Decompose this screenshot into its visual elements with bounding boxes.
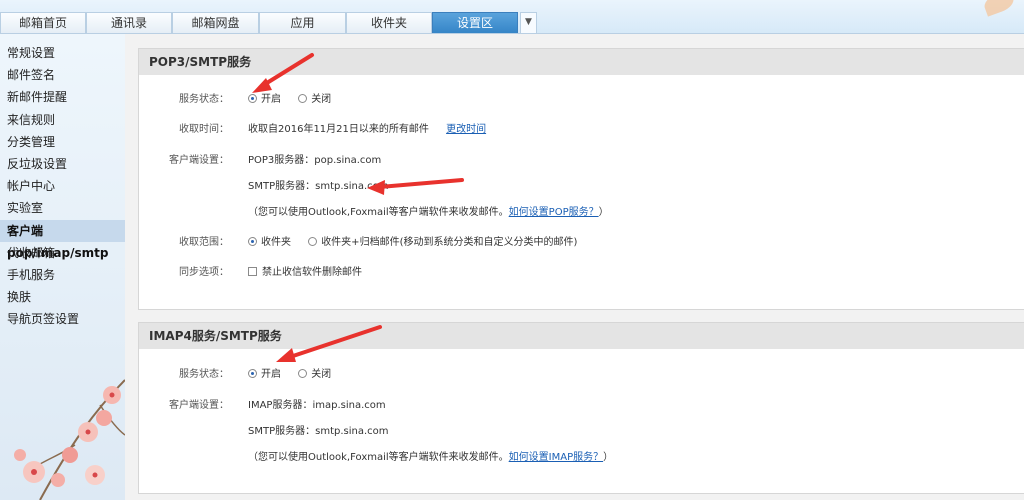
no-delete-checkbox[interactable]: [248, 267, 257, 276]
sidebar-item-signature[interactable]: 邮件签名: [0, 64, 125, 86]
range-inbox-radio[interactable]: [248, 237, 257, 246]
pop3-off-radio[interactable]: [298, 94, 308, 103]
branch-illustration: [14, 379, 125, 500]
pop3-help-link[interactable]: 如何设置POP服务？: [509, 207, 599, 218]
main-content: POP3/SMTP服务 服务状态： 开启 关闭 收取时间： 收取自2016年11…: [125, 34, 1024, 500]
range-inbox-label: 收件夹: [261, 237, 291, 248]
pop3-note-close: ）: [598, 207, 609, 218]
settings-sidebar: 常规设置 邮件签名 新邮件提醒 来信规则 分类管理 反垃圾设置 帐户中心 实验室…: [0, 34, 125, 500]
receive-time-label: 收取时间：: [179, 124, 229, 135]
change-time-link[interactable]: 更改时间: [446, 124, 486, 135]
top-tabs: 邮箱首页 通讯录 邮箱网盘 应用 收件夹 设置区 ▼: [0, 12, 537, 34]
sidebar-item-client-pop-imap-smtp[interactable]: 客户端pop/imap/smtp: [0, 219, 125, 260]
client-settings-label: 客户端设置：: [169, 155, 229, 166]
sidebar-item-categories[interactable]: 分类管理: [0, 131, 125, 153]
flower-decoration: [0, 360, 125, 500]
chevron-down-icon[interactable]: ▼: [520, 12, 537, 33]
imap-help-link[interactable]: 如何设置IMAP服务？: [509, 452, 603, 463]
pop3-server: POP3服务器：pop.sina.com: [248, 155, 382, 166]
range-all-label: 收件夹+归档邮件(移动到系统分类和自定义分类中的邮件): [321, 237, 578, 248]
pop3-on-option[interactable]: 开启: [248, 92, 281, 108]
imap-panel-title: IMAP4服务/SMTP服务: [139, 323, 1024, 349]
sidebar-item-mobile[interactable]: 手机服务: [0, 264, 125, 286]
imap-client-settings-label: 客户端设置：: [169, 400, 229, 411]
imap-note-text: （您可以使用Outlook,Foxmail等客户端软件来收发邮件。: [248, 452, 509, 463]
pop3-note: （您可以使用Outlook,Foxmail等客户端软件来收发邮件。如何设置POP…: [248, 205, 609, 221]
imap-on-label: 开启: [261, 369, 281, 380]
sidebar-item-antispam[interactable]: 反垃圾设置: [0, 153, 125, 175]
pop3-smtp-server: SMTP服务器：smtp.sina.com: [248, 181, 389, 192]
tab-apps[interactable]: 应用: [259, 12, 346, 33]
tab-netdisk[interactable]: 邮箱网盘: [172, 12, 259, 33]
tab-contacts[interactable]: 通讯录: [86, 12, 172, 33]
imap-smtp-server: SMTP服务器：smtp.sina.com: [248, 426, 389, 437]
imap-note: （您可以使用Outlook,Foxmail等客户端软件来收发邮件。如何设置IMA…: [248, 450, 613, 466]
sidebar-item-lab[interactable]: 实验室: [0, 197, 125, 219]
sync-label: 同步选项：: [179, 267, 229, 278]
range-all-option[interactable]: 收件夹+归档邮件(移动到系统分类和自定义分类中的邮件): [308, 235, 577, 251]
imap-server: IMAP服务器：imap.sina.com: [248, 400, 386, 411]
imap-service-status-label: 服务状态：: [179, 369, 229, 380]
top-nav-bar: 邮箱首页 通讯录 邮箱网盘 应用 收件夹 设置区 ▼: [0, 0, 1024, 34]
imap-on-option[interactable]: 开启: [248, 367, 281, 383]
pop3-panel-title: POP3/SMTP服务: [139, 49, 1024, 75]
imap-panel: IMAP4服务/SMTP服务 服务状态： 开启 关闭 客户端设置： IMAP服务…: [138, 322, 1024, 494]
range-inbox-option[interactable]: 收件夹: [248, 235, 291, 251]
pop3-on-radio[interactable]: [248, 94, 257, 103]
receive-range-label: 收取范围：: [179, 237, 229, 248]
service-status-label: 服务状态：: [179, 94, 229, 105]
sidebar-item-skin[interactable]: 换肤: [0, 286, 125, 308]
imap-off-radio[interactable]: [298, 369, 308, 378]
range-all-radio[interactable]: [308, 237, 318, 246]
receive-time-value: 收取自2016年11月21日以来的所有邮件: [248, 124, 429, 135]
tab-inbox-folder[interactable]: 收件夹: [346, 12, 432, 33]
pop3-on-label: 开启: [261, 94, 281, 105]
sidebar-list: 常规设置 邮件签名 新邮件提醒 来信规则 分类管理 反垃圾设置 帐户中心 实验室…: [0, 34, 125, 330]
tab-mail-home[interactable]: 邮箱首页: [0, 12, 86, 33]
tab-settings[interactable]: 设置区: [432, 12, 518, 33]
sidebar-item-nav-tabs[interactable]: 导航页签设置: [0, 308, 125, 330]
sync-option-label: 禁止收信软件删除邮件: [262, 267, 362, 278]
sidebar-item-general[interactable]: 常规设置: [0, 42, 125, 64]
sidebar-item-new-mail-alert[interactable]: 新邮件提醒: [0, 86, 125, 108]
pop3-off-option[interactable]: 关闭: [298, 92, 331, 108]
pop3-note-text: （您可以使用Outlook,Foxmail等客户端软件来收发邮件。: [248, 207, 509, 218]
receive-time-value-wrap: 收取自2016年11月21日以来的所有邮件 更改时间: [248, 122, 486, 138]
sidebar-item-rules[interactable]: 来信规则: [0, 109, 125, 131]
sidebar-item-account[interactable]: 帐户中心: [0, 175, 125, 197]
flower-decoration: [981, 0, 1017, 17]
imap-note-close: ）: [603, 452, 614, 463]
pop3-off-label: 关闭: [311, 94, 332, 105]
sync-option[interactable]: 禁止收信软件删除邮件: [248, 265, 362, 281]
receive-range-options: 收件夹 收件夹+归档邮件(移动到系统分类和自定义分类中的邮件): [248, 235, 591, 251]
imap-off-option[interactable]: 关闭: [298, 367, 331, 383]
imap-status-options: 开启 关闭: [248, 367, 345, 383]
pop3-status-options: 开启 关闭: [248, 92, 345, 108]
pop3-panel: POP3/SMTP服务 服务状态： 开启 关闭 收取时间： 收取自2016年11…: [138, 48, 1024, 310]
imap-off-label: 关闭: [311, 369, 332, 380]
imap-on-radio[interactable]: [248, 369, 257, 378]
